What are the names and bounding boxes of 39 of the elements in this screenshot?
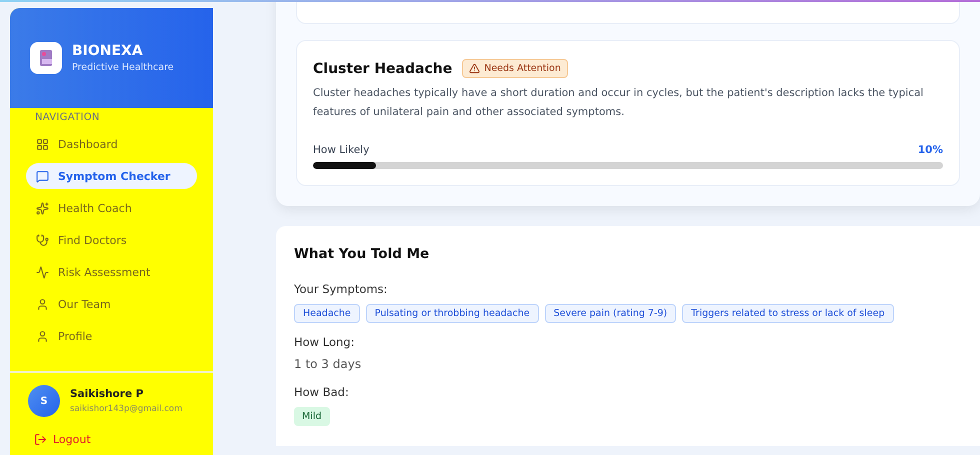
severity-label: How Bad: [294,385,350,399]
severity-tag: Mild [294,407,330,426]
nav-item[interactable]: Find Doctors [26,227,197,253]
symptom-tag: Triggers related to stress or lack of sleep [682,304,894,323]
nav-item[interactable]: Risk Assessment [26,259,197,285]
nav-item[interactable]: Our Team [26,291,197,317]
logo-icon [30,42,62,74]
user-avatar: S [28,385,60,417]
symptom-tag: Pulsating or throbbing headache [366,304,539,323]
chat-icon [36,170,49,182]
sparkles-icon [36,202,49,214]
summary-title: What You Told Me [294,246,430,262]
pulse-icon [36,266,49,278]
nav-item[interactable]: Dashboard [26,131,197,157]
brand-tagline: Predictive Healthcare [72,62,174,73]
nav-item[interactable]: Profile [26,323,197,349]
symptom-tag: Headache [294,304,360,323]
user-name: Saikishore P [70,388,144,400]
user-email: saikishor143p@gmail.com [70,404,182,414]
warning-icon [469,63,480,74]
likelihood-value: 10% [918,144,943,156]
likelihood-label: How Likely [313,144,370,156]
nav-item[interactable]: Health Coach [26,195,197,221]
logout-button[interactable]: Logout [10,417,213,446]
duration-label: How Long: [294,335,356,349]
grid-icon [36,138,49,150]
nav-item[interactable]: Symptom Checker [26,163,197,189]
attention-badge: Needs Attention [462,59,568,78]
condition-description: Cluster headaches typically have a short duration and occur in cycles, but the patient's description lacks the typical features of unilateral pain and other associated symptoms. [313,86,924,120]
symptoms-label: Your Symptoms: [294,282,388,296]
brand-name: BIONEXA [72,43,144,59]
condition-title: Cluster Headache [313,60,452,76]
symptom-tag: Severe pain (rating 7-9) [544,304,676,323]
duration-value: 1 to 3 days [294,357,362,371]
nav-heading: NAVIGATION [34,112,101,123]
stethoscope-icon [36,234,49,246]
user-icon [36,298,49,310]
logout-icon [34,433,47,446]
user-icon [36,330,49,342]
